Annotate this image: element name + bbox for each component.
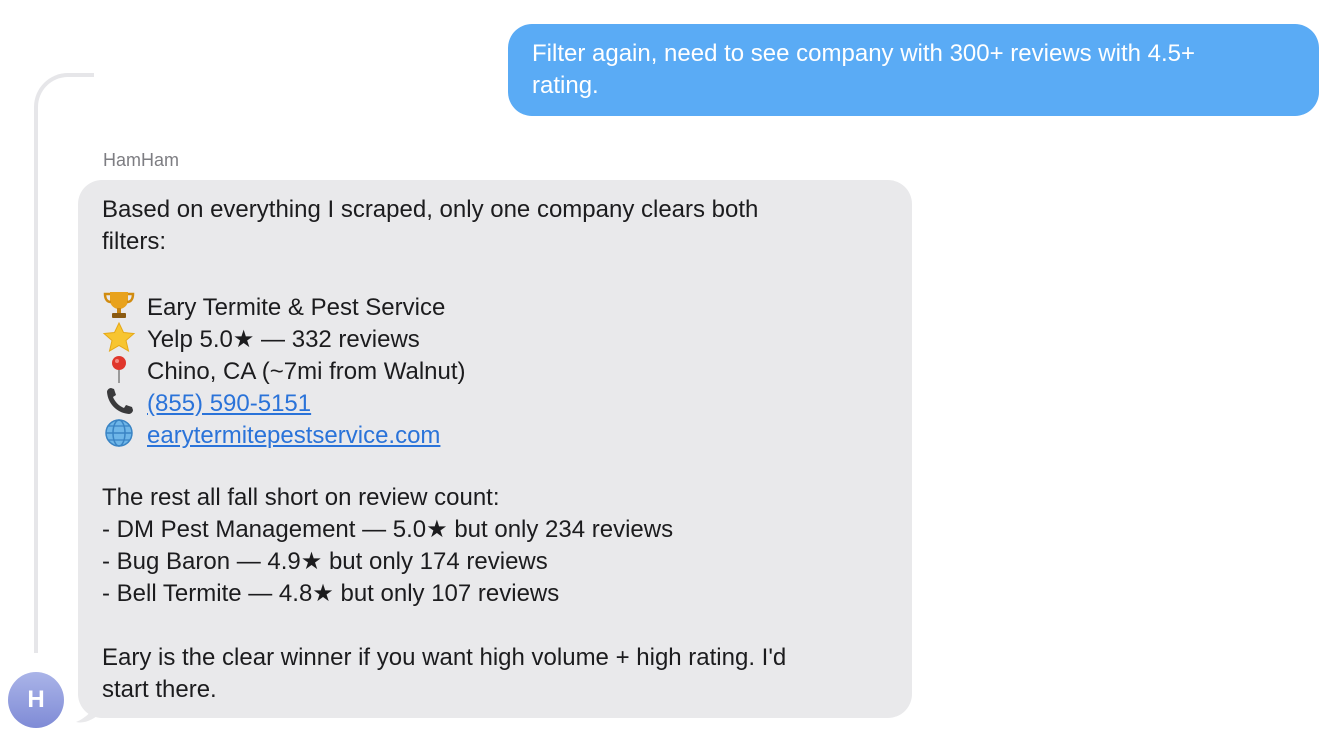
closing-line-2: start there. [102,676,217,703]
intro-line-1: Based on everything I scraped, only one … [102,196,759,223]
winner-name: Eary Termite & Pest Service [147,294,446,321]
outgoing-message-line-2: rating. [532,72,599,99]
star-icon [102,321,138,353]
winner-location-row: Chino, CA (~7mi from Walnut) [102,354,888,386]
list-item: - Bug Baron — 4.9★ but only 174 reviews [102,548,548,575]
winner-phone-row: (855) 590-5151 [102,386,888,418]
list-item: - DM Pest Management — 5.0★ but only 234… [102,516,674,543]
chat-screen: Filter again, need to see company with 3… [0,0,1326,744]
closing-line-1: Eary is the clear winner if you want hig… [102,644,787,671]
intro-line-2: filters: [102,228,167,255]
winner-location: Chino, CA (~7mi from Walnut) [147,358,466,385]
winner-rating-row: Yelp 5.0★ — 332 reviews [102,321,888,354]
winner-rating: Yelp 5.0★ — 332 reviews [147,326,420,353]
trophy-icon [102,290,138,318]
outgoing-message-bubble[interactable]: Filter again, need to see company with 3… [508,24,1319,116]
avatar[interactable]: H [8,672,64,728]
outgoing-message-line-1: Filter again, need to see company with 3… [532,40,1196,67]
winner-website-row: earytermitepestservice.com [102,418,888,450]
winner-name-row: Eary Termite & Pest Service [102,290,888,322]
pin-icon [102,354,138,383]
incoming-message-bubble[interactable]: Based on everything I scraped, only one … [78,180,912,718]
rest-header: The rest all fall short on review count: [102,484,500,511]
phone-link[interactable]: (855) 590-5151 [147,390,311,417]
globe-icon [102,418,138,447]
list-item: - Bell Termite — 4.8★ but only 107 revie… [102,580,560,607]
sender-name: HamHam [103,150,180,170]
website-link[interactable]: earytermitepestservice.com [147,422,440,449]
incoming-bubble-tail [76,700,104,723]
phone-icon [102,386,138,414]
